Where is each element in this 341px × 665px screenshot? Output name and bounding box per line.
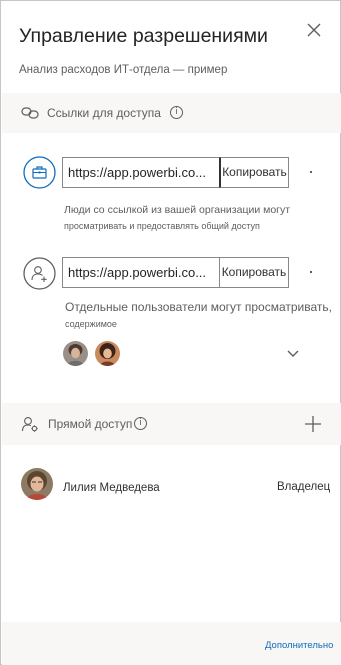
add-person-icon bbox=[23, 257, 56, 290]
direct-access-label: Прямой доступ bbox=[48, 417, 133, 431]
direct-access-header: Прямой доступ i bbox=[2, 403, 341, 445]
user-avatar[interactable] bbox=[63, 341, 88, 366]
report-name: Анализ расходов ИТ-отдела — пример bbox=[19, 64, 228, 76]
copy-link-button[interactable]: Копировать bbox=[219, 157, 289, 188]
copy-link-button[interactable]: Копировать bbox=[219, 257, 289, 288]
close-icon[interactable] bbox=[303, 19, 325, 41]
briefcase-icon bbox=[23, 156, 56, 189]
person-role: Владелец bbox=[277, 481, 331, 493]
links-section-header: Ссылки для доступа i bbox=[2, 93, 341, 133]
links-section-label: Ссылки для доступа bbox=[47, 106, 161, 120]
person-name: Лилия Медведева bbox=[63, 482, 160, 494]
more-options-dot bbox=[310, 271, 312, 273]
link-description: Отдельные пользователи могут просматрива… bbox=[65, 300, 332, 314]
link-icon bbox=[21, 107, 39, 119]
pane-title: Управление разрешениями bbox=[19, 25, 268, 47]
more-options-dot bbox=[310, 171, 312, 173]
add-icon[interactable] bbox=[304, 415, 322, 433]
link-description: содержимое bbox=[65, 319, 117, 329]
link-description: просматривать и предоставлять общий дост… bbox=[64, 221, 260, 231]
link-description: Люди со ссылкой из вашей организации мог… bbox=[64, 204, 291, 216]
user-avatar[interactable] bbox=[95, 341, 120, 366]
person-settings-icon bbox=[21, 417, 38, 432]
chevron-down-icon[interactable] bbox=[286, 349, 300, 359]
manage-permissions-pane: Управление разрешениями Анализ расходов … bbox=[0, 0, 341, 665]
info-icon[interactable]: i bbox=[134, 417, 147, 430]
info-icon[interactable]: i bbox=[170, 106, 183, 119]
user-avatar bbox=[21, 468, 53, 500]
share-link-url-field[interactable]: https://app.powerbi.co... bbox=[62, 257, 220, 288]
advanced-link[interactable]: Дополнительно bbox=[265, 640, 333, 651]
share-link-url-field[interactable]: https://app.powerbi.co... bbox=[62, 157, 220, 188]
